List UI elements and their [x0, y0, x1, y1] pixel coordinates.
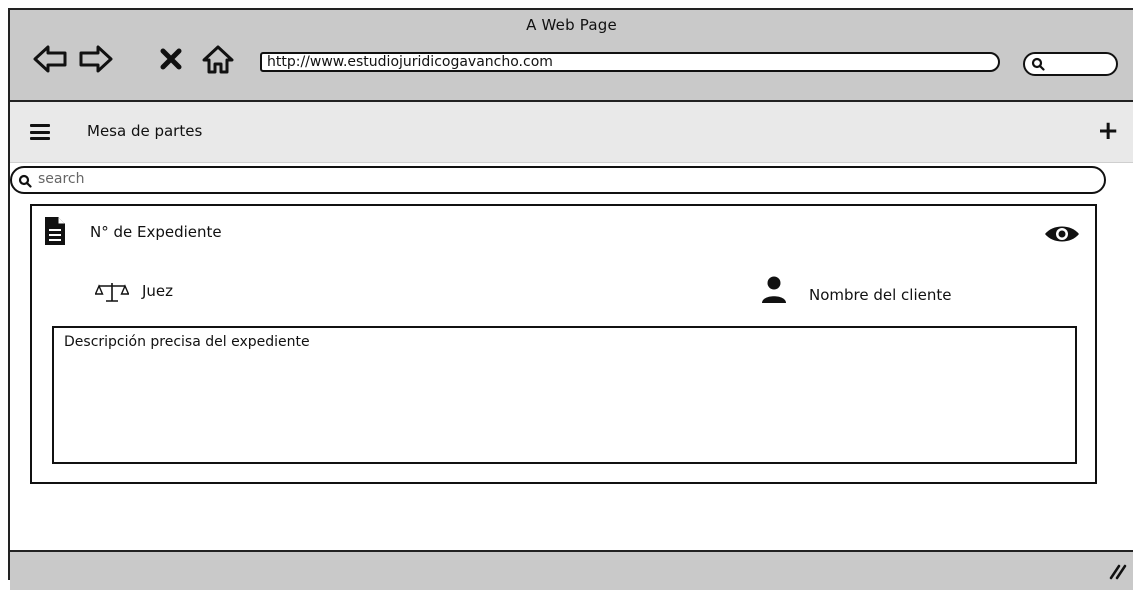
resize-grip-icon[interactable] [1105, 558, 1127, 580]
expediente-label: N° de Expediente [90, 223, 222, 241]
app-bar-title: Mesa de partes [87, 122, 203, 140]
url-bar[interactable]: http://www.estudiojuridicogavancho.com [260, 52, 1000, 72]
forward-arrow-icon[interactable] [78, 42, 114, 76]
browser-titlebar: A Web Page http://www.estudiojuridicogav… [10, 10, 1133, 102]
cliente-label: Nombre del cliente [809, 286, 952, 304]
magnifier-icon [1031, 57, 1045, 71]
hamburger-icon[interactable] [30, 124, 50, 140]
search-field[interactable] [10, 166, 1106, 194]
window-title: A Web Page [526, 16, 617, 34]
plus-icon[interactable]: + [1097, 116, 1119, 146]
expediente-card: N° de Expediente Juez Nombre del cliente… [30, 204, 1097, 484]
back-arrow-icon[interactable] [32, 42, 68, 76]
scale-icon [95, 283, 129, 302]
search-icon [18, 174, 32, 188]
juez-label: Juez [142, 282, 174, 300]
description-textarea[interactable]: Descripción precisa del expediente [52, 326, 1077, 464]
person-icon [762, 276, 786, 303]
browser-statusbar [10, 550, 1133, 590]
eye-icon[interactable] [1043, 224, 1081, 244]
document-icon [45, 217, 65, 245]
app-bar: Mesa de partes + [10, 102, 1133, 163]
close-x-icon[interactable] [156, 42, 186, 76]
search-input[interactable] [36, 170, 940, 188]
home-icon[interactable] [200, 42, 236, 76]
browser-search-button[interactable] [1023, 52, 1118, 76]
